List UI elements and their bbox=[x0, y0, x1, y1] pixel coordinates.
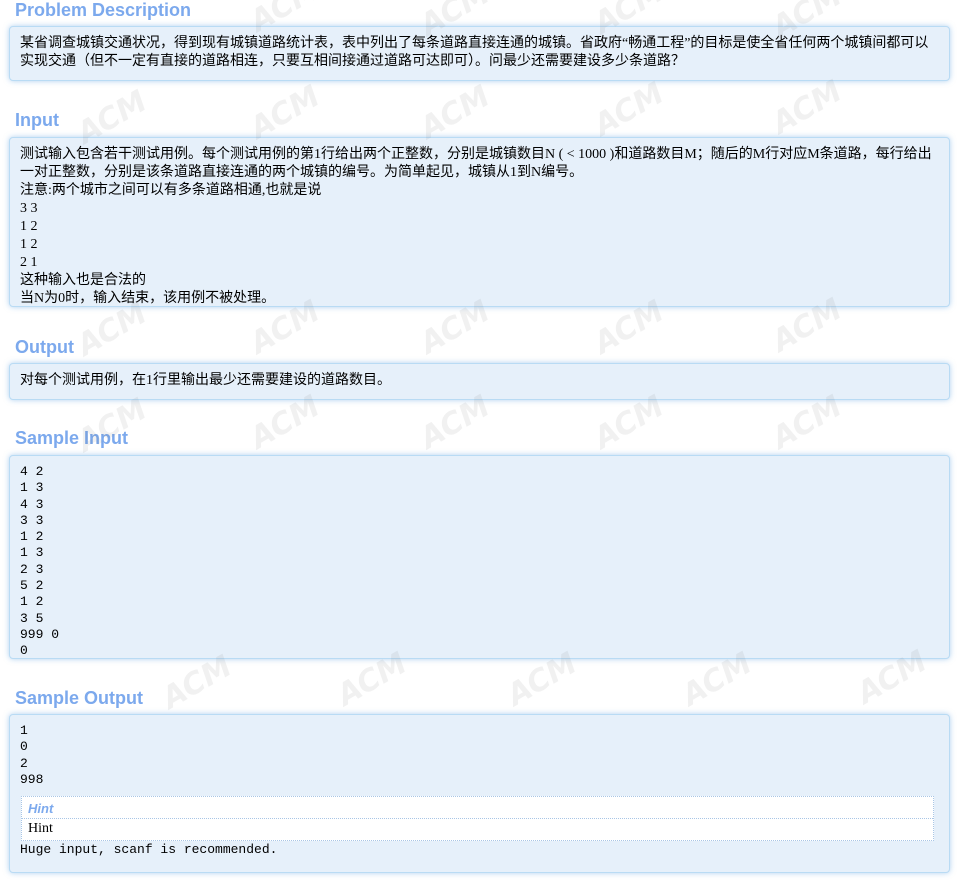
watermark-text: ACM bbox=[71, 391, 153, 460]
sample-output-panel: 1 0 2 998 Hint Hint Huge input, scanf is… bbox=[9, 714, 950, 873]
input-panel: 测试输入包含若干测试用例。每个测试用例的第1行给出两个正整数，分别是城镇数目N … bbox=[9, 137, 950, 307]
sample-output-code: 1 0 2 998 bbox=[20, 723, 44, 787]
sample-input-code: 4 2 1 3 4 3 3 3 1 2 1 3 2 3 5 2 1 2 3 5 … bbox=[20, 464, 60, 659]
output-text: 对每个测试用例，在1行里输出最少还需要建设的道路数目。 bbox=[20, 373, 391, 388]
hint-body: Hint bbox=[28, 821, 53, 837]
input-text: 测试输入包含若干测试用例。每个测试用例的第1行给出两个正整数，分别是城镇数目N … bbox=[20, 147, 932, 306]
input-title: Input bbox=[15, 110, 59, 130]
watermark-text: ACM bbox=[766, 73, 848, 142]
sample-output-title: Sample Output bbox=[15, 688, 144, 708]
output-panel: 对每个测试用例，在1行里输出最少还需要建设的道路数目。 bbox=[9, 363, 950, 400]
sample-input-panel: 4 2 1 3 4 3 3 3 1 2 1 3 2 3 5 2 1 2 3 5 … bbox=[9, 455, 950, 659]
problem-description-text: 某省调查城镇交通状况，得到现有城镇道路统计表，表中列出了每条道路直接连通的城镇。… bbox=[20, 36, 929, 69]
problem-description-panel: 某省调查城镇交通状况，得到现有城镇道路统计表，表中列出了每条道路直接连通的城镇。… bbox=[9, 26, 950, 81]
problem-description-title: Problem Description bbox=[15, 0, 192, 20]
sample-input-title: Sample Input bbox=[15, 428, 129, 448]
watermark-text: ACM bbox=[588, 75, 670, 144]
hint-title: Hint bbox=[22, 797, 933, 820]
output-title: Output bbox=[15, 337, 74, 357]
hint-box: Hint Hint bbox=[21, 796, 934, 842]
hint-note: Huge input, scanf is recommended. bbox=[20, 842, 278, 858]
